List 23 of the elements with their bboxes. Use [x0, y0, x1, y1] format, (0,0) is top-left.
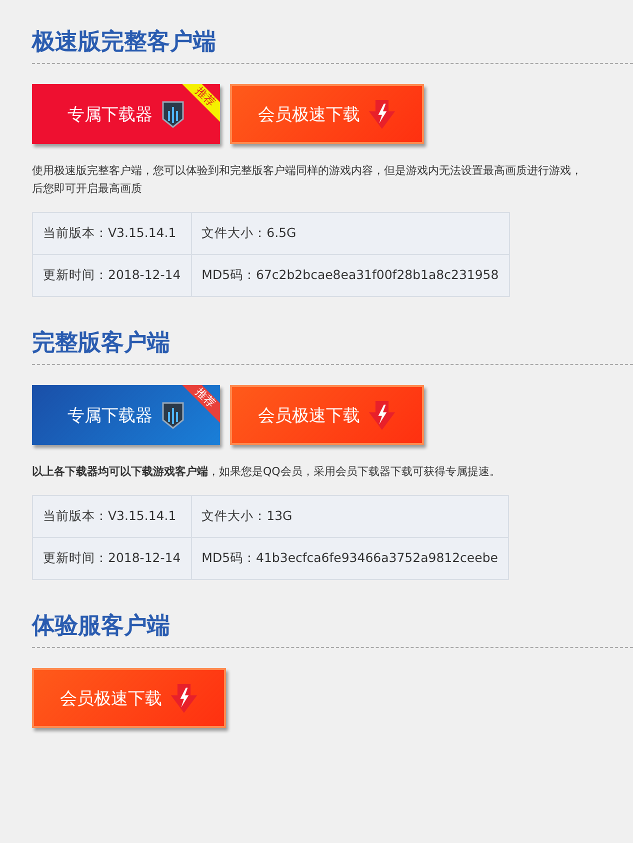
info-cell: MD5码：67c2b2bcae8ea31f00f28b1a8c231958 [191, 254, 510, 296]
info-cell: 当前版本：V3.15.14.1 [32, 212, 192, 254]
download-button[interactable]: 会员极速下载 [230, 385, 424, 445]
info-cell: 更新时间：2018-12-14 [32, 254, 192, 296]
section-heading: 极速版完整客户端 [32, 18, 633, 64]
shield-emblem-icon [160, 400, 184, 430]
download-button[interactable]: 专属下载器 推荐 [32, 84, 220, 144]
lightning-arrow-icon [368, 399, 396, 431]
description-text: 使用极速版完整客户端，您可以体验到和完整版客户端同样的游戏内容，但是游戏内无法设置最高画质进行游戏， 后您即可开启最高画质 [32, 163, 583, 197]
info-cell: MD5码：41b3ecfca6fe93466a3752a9812ceebe [191, 538, 508, 580]
shield-emblem-icon [160, 99, 184, 129]
info-cell: 当前版本：V3.15.14.1 [32, 496, 192, 538]
info-cell: 更新时间：2018-12-14 [32, 538, 192, 580]
download-button[interactable]: 专属下载器 推荐 [32, 385, 220, 445]
download-button[interactable]: 会员极速下载 [230, 84, 424, 144]
info-cell: 文件大小：6.5G [191, 212, 510, 254]
section-heading: 完整版客户端 [32, 319, 633, 365]
lightning-arrow-icon [170, 682, 198, 714]
info-cell: 文件大小：13G [191, 496, 508, 538]
description-text: 以上各下载器均可以下载游戏客户端，如果您是QQ会员，采用会员下载器下载可获得专属提速。 [32, 464, 502, 480]
section-heading: 体验服客户端 [32, 602, 633, 648]
lightning-arrow-icon [368, 98, 396, 130]
download-button[interactable]: 会员极速下载 [32, 668, 226, 728]
